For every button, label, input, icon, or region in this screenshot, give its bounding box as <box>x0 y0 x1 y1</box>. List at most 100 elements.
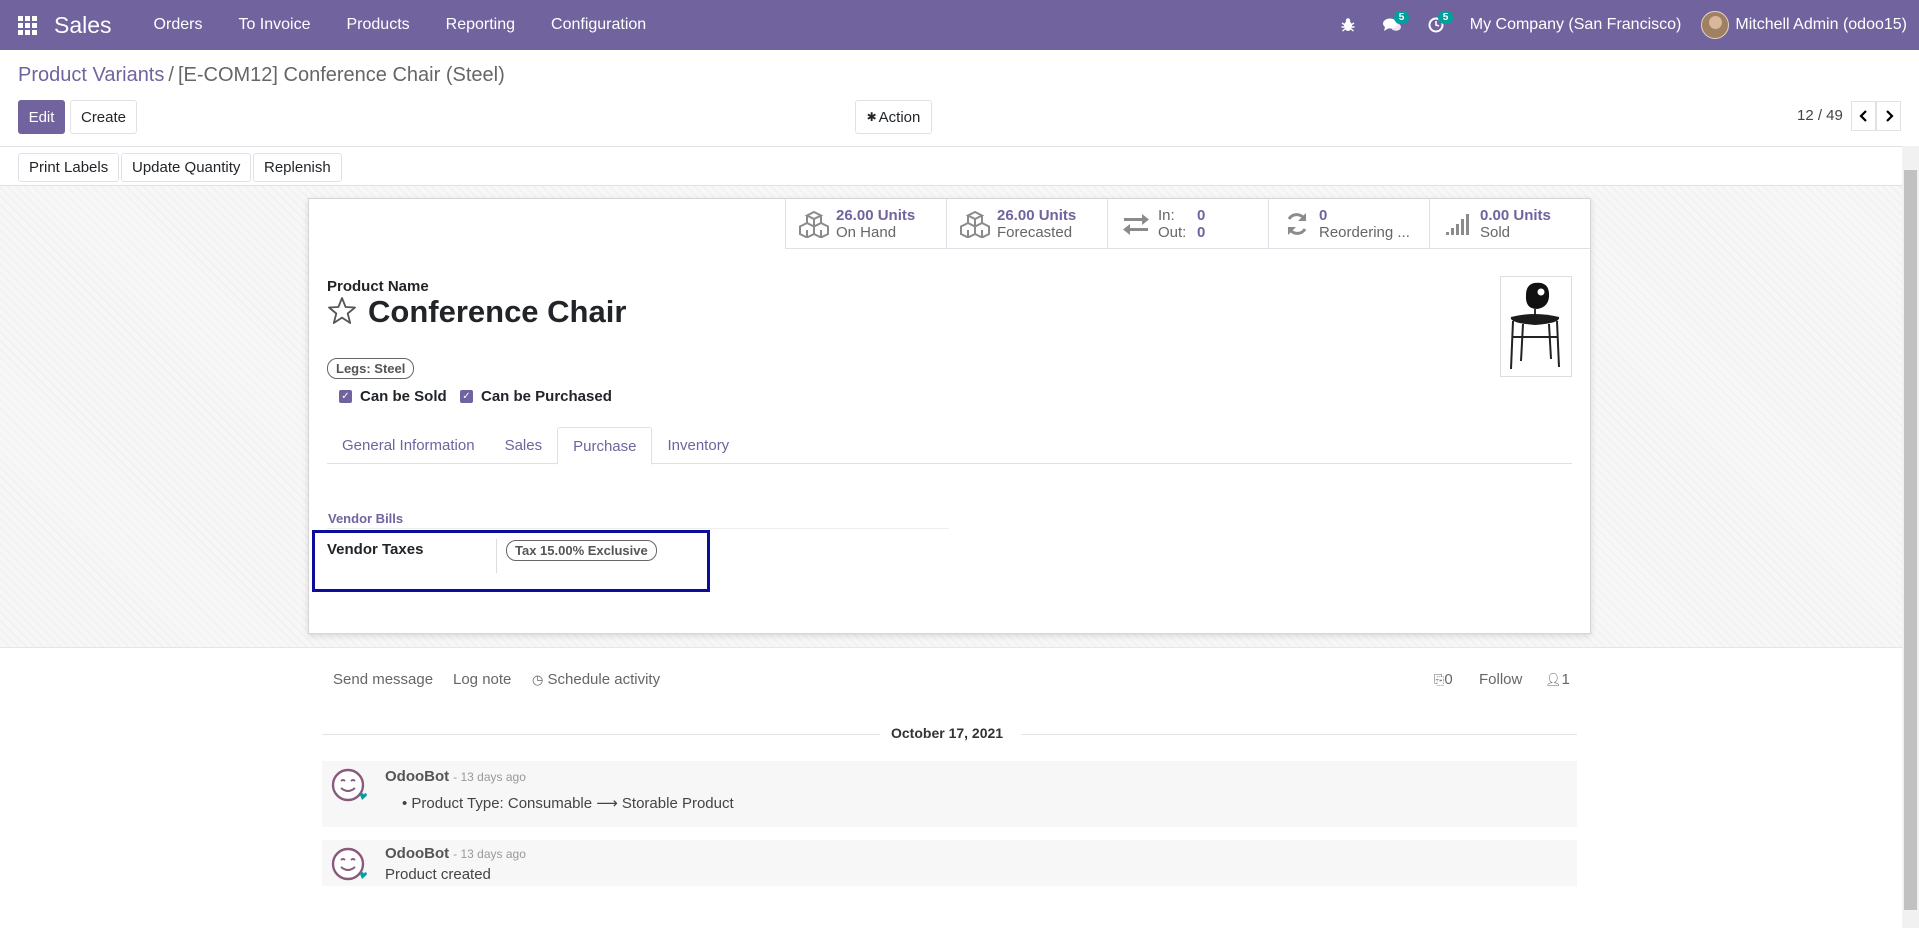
in-value: 0 <box>1197 207 1206 224</box>
debug-bug-icon[interactable] <box>1326 0 1370 50</box>
forecasted-value: 26.00 Units <box>997 207 1077 224</box>
cubes-icon <box>959 208 991 240</box>
scrollbar-thumb[interactable] <box>1904 170 1917 910</box>
odoobot-avatar <box>331 847 367 883</box>
tab-sales[interactable]: Sales <box>490 427 558 464</box>
menu-to-invoice[interactable]: To Invoice <box>220 0 328 50</box>
breadcrumb-separator: / <box>168 64 174 86</box>
menu-reporting[interactable]: Reporting <box>428 0 533 50</box>
pager-previous-button[interactable] <box>1851 101 1876 131</box>
activities-clock-icon[interactable]: 5 <box>1414 0 1458 50</box>
user-icon: 👤︎ <box>1545 672 1562 687</box>
send-message-button[interactable]: Send message <box>333 671 433 688</box>
out-label: Out: <box>1158 224 1187 241</box>
create-button[interactable]: Create <box>70 100 137 134</box>
message-author: OdooBot - 13 days ago <box>385 845 526 862</box>
checkbox-checked-icon: ✓ <box>460 390 473 403</box>
print-labels-button[interactable]: Print Labels <box>18 153 120 182</box>
group-divider <box>327 528 949 529</box>
odoobot-avatar <box>331 768 367 804</box>
refresh-icon <box>1281 208 1313 240</box>
company-switcher[interactable]: My Company (San Francisco) <box>1458 16 1702 34</box>
followers-count: 1 <box>1561 671 1570 688</box>
form-statusbar: Print Labels Update Quantity Replenish <box>0 146 1902 186</box>
sold-value: 0.00 Units <box>1480 207 1551 224</box>
on-hand-label: On Hand <box>836 224 897 241</box>
attachments-button[interactable]: ⎘0 <box>1434 671 1453 688</box>
product-name[interactable]: Conference Chair <box>368 294 626 330</box>
page-scrollbar[interactable] <box>1902 146 1919 928</box>
message-text: Product created <box>385 866 491 883</box>
can-be-sold-label: Can be Sold <box>360 388 447 405</box>
favorite-star-icon[interactable] <box>327 296 357 326</box>
vendor-tax-tag[interactable]: Tax 15.00% Exclusive <box>506 540 657 561</box>
chevron-right-icon <box>1885 110 1894 122</box>
form-sheet: 26.00 Units On Hand 26.00 Units Forecast… <box>308 198 1591 634</box>
menu-products[interactable]: Products <box>329 0 428 50</box>
messages-badge: 5 <box>1393 11 1410 24</box>
paperclip-icon: ⎘ <box>1434 672 1445 687</box>
breadcrumb-parent[interactable]: Product Variants <box>18 64 164 86</box>
messages-icon[interactable]: 5 <box>1370 0 1414 50</box>
pager-next-button[interactable] <box>1876 101 1901 131</box>
followers-button[interactable]: 👤︎1 <box>1545 671 1570 688</box>
out-value: 0 <box>1197 224 1206 241</box>
user-name: Mitchell Admin (odoo15) <box>1735 16 1907 33</box>
chatter-date-separator: October 17, 2021 <box>891 725 1004 741</box>
exchange-arrows-icon <box>1120 208 1152 240</box>
breadcrumb-current: [E-COM12] Conference Chair (Steel) <box>177 64 505 86</box>
tab-purchase[interactable]: Purchase <box>557 427 653 465</box>
pager-value[interactable]: 12 / 49 <box>1797 107 1843 124</box>
edit-button[interactable]: Edit <box>18 100 65 134</box>
message-date: - 13 days ago <box>453 847 526 861</box>
app-brand[interactable]: Sales <box>54 12 112 39</box>
sold-smart-button[interactable]: 0.00 Units Sold <box>1429 199 1590 249</box>
smart-button-box: 26.00 Units On Hand 26.00 Units Forecast… <box>785 199 1590 249</box>
schedule-activity-button[interactable]: ◷ Schedule activity <box>532 671 660 688</box>
menu-orders[interactable]: Orders <box>136 0 221 50</box>
message-author: OdooBot - 13 days ago <box>385 768 526 785</box>
replenish-button[interactable]: Replenish <box>253 153 342 182</box>
apps-menu-icon[interactable] <box>0 0 54 50</box>
main-menu: Orders To Invoice Products Reporting Con… <box>136 0 665 50</box>
in-label: In: <box>1158 207 1175 224</box>
forecasted-label: Forecasted <box>997 224 1073 241</box>
on-hand-value: 26.00 Units <box>836 207 916 224</box>
can-be-purchased-checkbox[interactable]: ✓ Can be Purchased <box>460 388 612 405</box>
checkbox-checked-icon: ✓ <box>339 390 352 403</box>
message-text: Product Type: Consumable ⟶ Storable Prod… <box>411 795 734 812</box>
attachments-count: 0 <box>1444 671 1453 688</box>
forecasted-smart-button[interactable]: 26.00 Units Forecasted <box>946 199 1107 249</box>
menu-configuration[interactable]: Configuration <box>533 0 664 50</box>
chatter-message: OdooBot - 13 days ago Product created <box>322 840 1577 886</box>
product-image[interactable] <box>1500 276 1572 377</box>
user-menu[interactable]: Mitchell Admin (odoo15) <box>1701 11 1919 39</box>
vendor-bills-group-title: Vendor Bills <box>328 511 404 526</box>
can-be-purchased-label: Can be Purchased <box>481 388 612 405</box>
form-notebook-tabs: General Information Sales Purchase Inven… <box>327 427 1572 465</box>
reordering-smart-button[interactable]: 0 Reordering ... <box>1268 199 1429 249</box>
follow-button[interactable]: Follow <box>1479 671 1522 688</box>
activities-badge: 5 <box>1437 11 1454 24</box>
user-avatar <box>1701 11 1730 39</box>
date-divider-right <box>1021 734 1577 735</box>
schedule-activity-label: Schedule activity <box>547 671 661 688</box>
can-be-sold-checkbox[interactable]: ✓ Can be Sold <box>339 388 447 405</box>
reordering-label: Reordering ... <box>1319 224 1410 241</box>
sold-label: Sold <box>1480 224 1511 241</box>
author-name: OdooBot <box>385 768 450 785</box>
vendor-taxes-highlight <box>312 530 710 592</box>
top-navbar: Sales Orders To Invoice Products Reporti… <box>0 0 1919 50</box>
breadcrumb: Product Variants / [E-COM12] Conference Ch… <box>18 64 505 87</box>
on-hand-smart-button[interactable]: 26.00 Units On Hand <box>785 199 946 249</box>
variant-attribute-tag: Legs: Steel <box>327 358 415 379</box>
log-note-button[interactable]: Log note <box>453 671 511 688</box>
tab-general-information[interactable]: General Information <box>327 427 490 464</box>
tab-inventory[interactable]: Inventory <box>652 427 744 464</box>
action-button-label: Action <box>878 108 921 126</box>
navbar-systray: 5 5 My Company (San Francisco) Mitchell … <box>1326 0 1919 50</box>
in-out-smart-button[interactable]: In: 0 Out: 0 <box>1107 199 1268 249</box>
chevron-left-icon <box>1858 110 1867 122</box>
action-button[interactable]: ✱ Action <box>855 100 932 134</box>
update-quantity-button[interactable]: Update Quantity <box>121 153 252 182</box>
